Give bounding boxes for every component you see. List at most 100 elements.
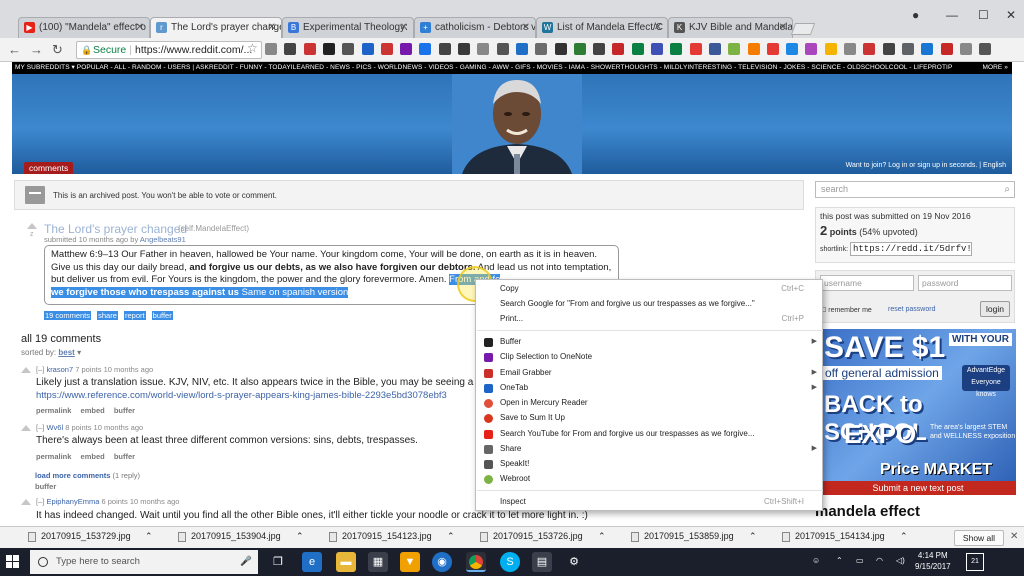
address-bar[interactable]: 🔒 Secure | https://www.reddit.com/...: [76, 41, 262, 59]
extension-icon[interactable]: [573, 43, 586, 55]
buffer-link[interactable]: buffer: [151, 311, 173, 320]
upvote-icon[interactable]: [27, 223, 37, 229]
embed-link[interactable]: embed: [81, 452, 105, 461]
extension-icon[interactable]: [882, 43, 895, 55]
volume-icon[interactable]: ◁): [896, 556, 905, 565]
menu-item-share[interactable]: Share ▶: [476, 442, 822, 456]
edge-icon[interactable]: e: [302, 552, 322, 572]
extension-icon[interactable]: [284, 43, 297, 55]
task-view-icon[interactable]: ❐: [268, 552, 288, 572]
close-icon[interactable]: ✕: [268, 18, 276, 37]
bookmark-star-icon[interactable]: ☆: [247, 41, 258, 55]
extension-icon[interactable]: [708, 43, 721, 55]
menu-item-webroot[interactable]: Webroot: [476, 472, 822, 486]
extension-icon[interactable]: [979, 43, 992, 55]
subreddit-bar[interactable]: MY SUBREDDITS ▾ POPULAR - ALL - RANDOM -…: [12, 62, 1012, 74]
extension-icon[interactable]: [361, 43, 374, 55]
upvote-icon[interactable]: [21, 425, 31, 431]
maximize-button[interactable]: ☐: [978, 8, 989, 22]
post-title[interactable]: The Lord's prayer changed: [44, 222, 187, 236]
username-field[interactable]: username: [820, 275, 914, 291]
extension-icon[interactable]: [921, 43, 934, 55]
extension-icon[interactable]: [631, 43, 644, 55]
chrome-icon[interactable]: [466, 552, 486, 572]
download-item[interactable]: 20170915_153729.jpg: [28, 531, 131, 542]
menu-item-speakit[interactable]: SpeakIt!: [476, 457, 822, 471]
upvote-icon[interactable]: [21, 499, 31, 505]
extension-icon[interactable]: [419, 43, 432, 55]
extension-icon[interactable]: [515, 43, 528, 55]
file-explorer-icon[interactable]: ▬: [336, 552, 356, 572]
taskbar-search-input[interactable]: Type here to search 🎤: [30, 550, 258, 574]
extension-icon[interactable]: [458, 43, 470, 55]
extension-icon[interactable]: [766, 43, 779, 55]
search-icon[interactable]: ⌕: [1004, 182, 1010, 197]
subreddit-list[interactable]: MY SUBREDDITS ▾ POPULAR - ALL - RANDOM -…: [15, 64, 952, 71]
vlc-icon[interactable]: ▼: [400, 552, 420, 572]
forward-icon[interactable]: →: [30, 42, 43, 57]
chevron-up-icon[interactable]: ⌃: [900, 531, 908, 542]
menu-item-onetab[interactable]: OneTab ▶: [476, 381, 822, 395]
skype-icon[interactable]: S: [500, 552, 520, 572]
extension-icon[interactable]: [940, 43, 953, 55]
extension-icon[interactable]: [342, 43, 355, 55]
extension-icon[interactable]: [322, 43, 335, 55]
permalink-link[interactable]: permalink: [36, 452, 71, 461]
tab-youtube[interactable]: ▶ (100) "Mandela" effect o ✕: [18, 17, 150, 38]
search-input[interactable]: search ⌕: [815, 181, 1015, 198]
extension-icon[interactable]: [728, 43, 741, 55]
menu-item-onenote[interactable]: Clip Selection to OneNote: [476, 350, 822, 364]
permalink-link[interactable]: permalink: [36, 406, 71, 415]
tab-experimental-theology[interactable]: B Experimental Theology: ✕: [282, 17, 414, 38]
password-field[interactable]: password: [918, 275, 1012, 291]
download-item[interactable]: 20170915_153904.jpg: [178, 531, 281, 542]
extension-icon[interactable]: [824, 43, 837, 55]
more-link[interactable]: MORE »: [982, 62, 1008, 74]
buffer-link[interactable]: buffer: [114, 452, 135, 461]
extension-icon[interactable]: [689, 43, 702, 55]
extension-icon[interactable]: [786, 43, 799, 55]
post-domain[interactable]: (self.MandelaEffect): [178, 224, 249, 233]
upvote-icon[interactable]: [21, 367, 31, 373]
shortlink-field[interactable]: https://redd.it/5drfv!: [850, 242, 972, 256]
chevron-up-icon[interactable]: ⌃: [598, 531, 606, 542]
login-prompt[interactable]: Want to join? Log in or sign up in secon…: [846, 162, 1006, 169]
extension-icon[interactable]: [477, 43, 490, 55]
menu-item-print[interactable]: Print... Ctrl+P: [476, 312, 822, 326]
store-icon[interactable]: ▦: [368, 552, 388, 572]
extension-icon[interactable]: [651, 43, 663, 55]
chevron-up-icon[interactable]: ⌃: [447, 531, 455, 542]
advertisement[interactable]: SAVE $1 WITH YOUR off general admission …: [820, 329, 1016, 481]
share-link[interactable]: share: [97, 311, 118, 320]
extension-icon[interactable]: [496, 43, 509, 55]
extension-icon[interactable]: [670, 43, 683, 55]
people-icon[interactable]: ☺: [812, 556, 820, 565]
reset-password-link[interactable]: reset password: [888, 306, 935, 313]
notification-center-icon[interactable]: 21: [966, 553, 984, 571]
tab-list-mandela[interactable]: W List of Mandela Effect/C ✕: [536, 17, 668, 38]
submit-text-post-button[interactable]: Submit a new text post: [820, 481, 1016, 495]
remember-me-checkbox[interactable]: ☐ remember me: [820, 306, 872, 314]
comments-tab[interactable]: comments: [24, 162, 74, 174]
extension-icon[interactable]: [380, 43, 393, 55]
battery-icon[interactable]: ▭: [856, 556, 864, 565]
comments-link[interactable]: 19 comments: [44, 311, 92, 320]
tab-catholicism[interactable]: + catholicism - Debtors vs ✕: [414, 17, 536, 38]
back-icon[interactable]: ←: [8, 42, 21, 57]
sort-value[interactable]: best: [58, 348, 74, 357]
download-item[interactable]: 20170915_153859.jpg: [631, 531, 734, 542]
tab-reddit[interactable]: r The Lord's prayer change ✕: [150, 17, 282, 39]
sort-control[interactable]: sorted by: best ▾: [21, 348, 81, 357]
extension-icon[interactable]: [844, 43, 856, 55]
extension-icon[interactable]: [747, 43, 760, 55]
download-item[interactable]: 20170915_154123.jpg: [329, 531, 432, 542]
menu-item-sum-it-up[interactable]: Save to Sum It Up: [476, 411, 822, 425]
network-icon[interactable]: ◠: [876, 556, 883, 565]
extension-icon[interactable]: [535, 43, 548, 55]
menu-item-copy[interactable]: Copy Ctrl+C: [476, 282, 822, 296]
extension-icon[interactable]: [805, 43, 818, 55]
chevron-down-icon[interactable]: ▾: [77, 348, 81, 357]
menu-item-search-youtube[interactable]: Search YouTube for From and forgive us o…: [476, 427, 822, 441]
subreddit-title[interactable]: mandela effect: [815, 503, 920, 520]
extension-icon[interactable]: [303, 43, 316, 55]
